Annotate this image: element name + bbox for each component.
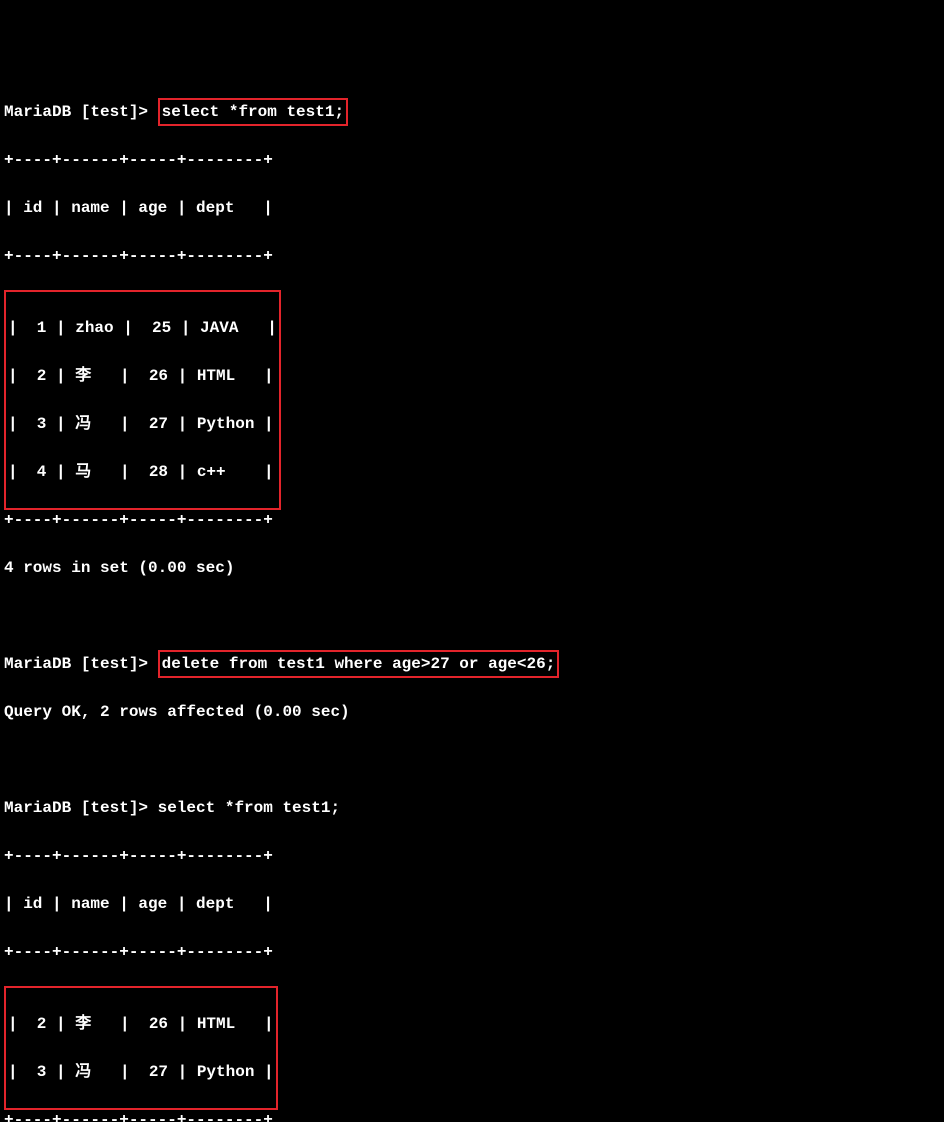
status-2: Query OK, 2 rows affected (0.00 sec) (4, 700, 940, 724)
cmd-3: select *from test1; (158, 799, 340, 817)
cmd-line-3: MariaDB [test]> select *from test1; (4, 796, 940, 820)
table-header-1: | id | name | age | dept | (4, 196, 940, 220)
cmd-line-1: MariaDB [test]> select *from test1; (4, 100, 940, 124)
prompt-1: MariaDB [test]> (4, 103, 158, 121)
blank-2 (4, 748, 940, 772)
table-sep-3c: +----+------+-----+--------+ (4, 1108, 940, 1122)
cmd-line-2: MariaDB [test]> delete from test1 where … (4, 652, 940, 676)
blank-1 (4, 604, 940, 628)
table-row: | 3 | 冯 | 27 | Python | (8, 412, 277, 436)
table-row: | 1 | zhao | 25 | JAVA | (8, 316, 277, 340)
prompt-2: MariaDB [test]> (4, 655, 158, 673)
table-row: | 3 | 冯 | 27 | Python | (8, 1060, 274, 1084)
table-sep-3b: +----+------+-----+--------+ (4, 940, 940, 964)
table-sep-1a: +----+------+-----+--------+ (4, 148, 940, 172)
cmd-1: select *from test1; (162, 103, 344, 121)
cmd-highlight-2: delete from test1 where age>27 or age<26… (158, 650, 560, 678)
rows-highlight-3: | 2 | 李 | 26 | HTML | | 3 | 冯 | 27 | Pyt… (4, 986, 278, 1110)
table-sep-3a: +----+------+-----+--------+ (4, 844, 940, 868)
table-row: | 4 | 马 | 28 | c++ | (8, 460, 277, 484)
table-sep-1c: +----+------+-----+--------+ (4, 508, 940, 532)
table-row: | 2 | 李 | 26 | HTML | (8, 364, 277, 388)
cmd-2: delete from test1 where age>27 or age<26… (162, 655, 556, 673)
table-row: | 2 | 李 | 26 | HTML | (8, 1012, 274, 1036)
table-header-3: | id | name | age | dept | (4, 892, 940, 916)
cmd-highlight-1: select *from test1; (158, 98, 348, 126)
table-sep-1b: +----+------+-----+--------+ (4, 244, 940, 268)
status-1: 4 rows in set (0.00 sec) (4, 556, 940, 580)
prompt-3: MariaDB [test]> (4, 799, 158, 817)
rows-highlight-1: | 1 | zhao | 25 | JAVA | | 2 | 李 | 26 | … (4, 290, 281, 510)
